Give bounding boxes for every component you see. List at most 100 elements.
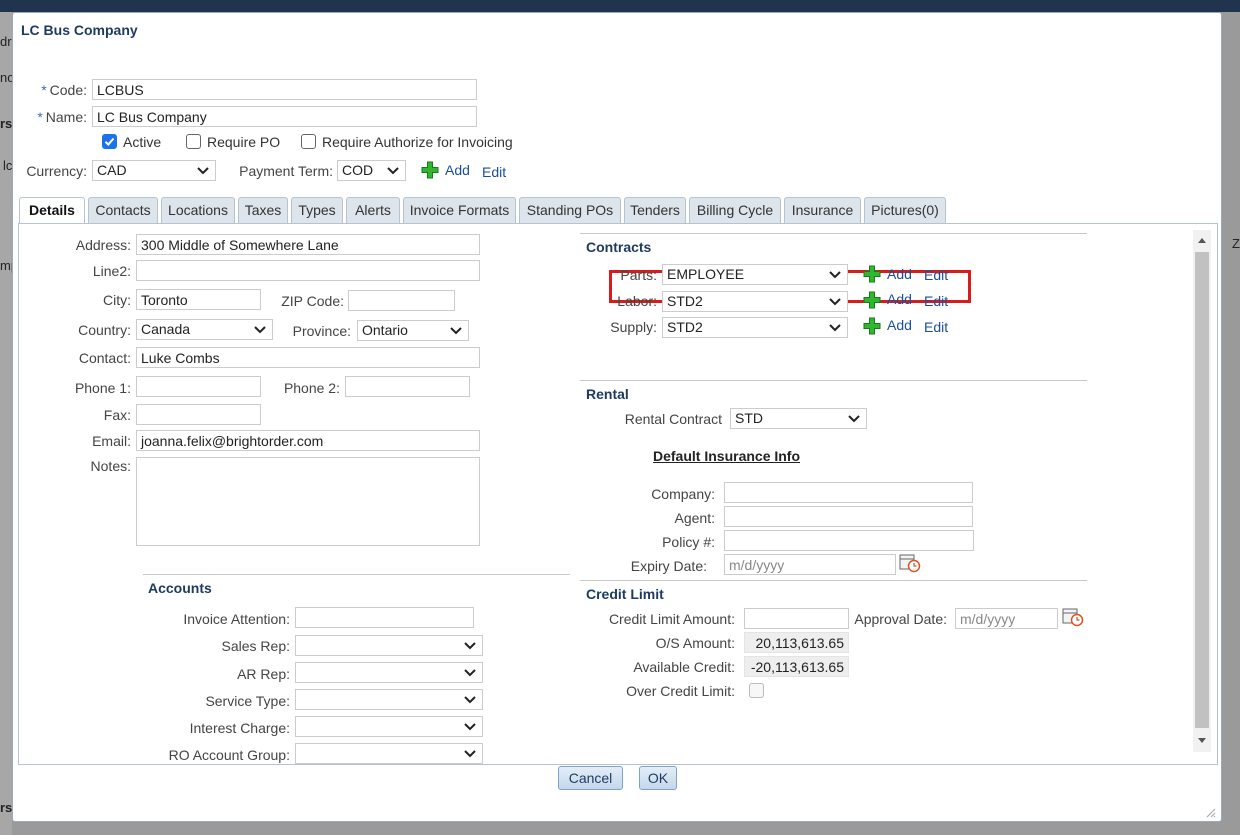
require-po-checkbox[interactable] (186, 134, 201, 149)
accounts-section-title: Accounts (148, 580, 212, 596)
require-authorize-checkbox[interactable] (301, 134, 316, 149)
available-credit-value: -20,113,613.65 (744, 656, 849, 677)
parts-contract-select[interactable]: EMPLOYEE (662, 264, 848, 285)
tab-insurance[interactable]: Insurance (784, 197, 861, 223)
approval-date-input[interactable]: m/d/yyyy (955, 608, 1058, 629)
parts-edit-link[interactable]: Edit (924, 267, 948, 283)
add-icon[interactable] (863, 317, 881, 335)
invoice-attention-input[interactable] (295, 607, 474, 628)
background-text: Z (1232, 236, 1240, 251)
ro-account-group-select[interactable] (295, 743, 483, 764)
line2-input[interactable] (136, 260, 480, 281)
labor-add-link[interactable]: Add (887, 291, 912, 307)
checkmark-icon (104, 137, 115, 146)
line2-label: Line2: (92, 263, 131, 279)
cancel-button[interactable]: Cancel (558, 766, 623, 790)
invoice-attention-label: Invoice Attention: (183, 611, 290, 627)
scroll-down-arrow-icon[interactable] (1198, 738, 1206, 743)
currency-select[interactable]: CAD (92, 160, 216, 181)
zip-label: ZIP Code: (281, 293, 344, 309)
insurance-agent-input[interactable] (724, 506, 973, 527)
active-checkbox[interactable] (102, 134, 117, 149)
service-type-label: Service Type: (205, 693, 290, 709)
require-po-label: Require PO (207, 134, 281, 150)
payment-term-select[interactable]: COD (337, 160, 406, 181)
ar-rep-label: AR Rep: (237, 666, 290, 682)
scroll-thumb[interactable] (1195, 252, 1209, 728)
tab-pictures[interactable]: Pictures(0) (864, 197, 946, 223)
add-icon[interactable] (421, 161, 439, 179)
background-text: lc (3, 158, 13, 173)
payment-term-edit-link[interactable]: Edit (482, 164, 506, 180)
tab-details[interactable]: Details (19, 197, 85, 224)
insurance-policy-input[interactable] (724, 530, 974, 551)
ar-rep-select[interactable] (295, 662, 483, 683)
insurance-company-input[interactable] (724, 482, 973, 503)
service-type-select[interactable] (295, 689, 483, 710)
tab-locations[interactable]: Locations (161, 197, 235, 223)
tab-invoice-formats[interactable]: Invoice Formats (403, 197, 516, 223)
email-input[interactable]: joanna.felix@brightorder.com (136, 430, 480, 451)
sales-rep-select[interactable] (295, 635, 483, 656)
chevron-down-icon (848, 415, 860, 423)
tab-alerts[interactable]: Alerts (346, 197, 400, 223)
name-label: * Name: (37, 109, 87, 125)
supply-edit-link[interactable]: Edit (924, 319, 948, 335)
country-label: Country: (78, 322, 131, 338)
fax-input[interactable] (136, 404, 261, 425)
interest-charge-select[interactable] (295, 716, 483, 737)
phone2-label: Phone 2: (283, 380, 340, 396)
contact-input[interactable]: Luke Combs (136, 347, 480, 368)
province-select[interactable]: Ontario (357, 320, 469, 341)
name-input[interactable]: LC Bus Company (92, 106, 477, 127)
details-panel: Address: 300 Middle of Somewhere Lane Li… (18, 223, 1218, 765)
tab-types[interactable]: Types (291, 197, 343, 223)
scroll-up-arrow-icon[interactable] (1198, 238, 1206, 243)
chevron-down-icon (464, 696, 476, 704)
country-select[interactable]: Canada (136, 319, 273, 340)
panel-scrollbar[interactable] (1193, 230, 1211, 752)
active-label: Active (123, 134, 162, 150)
supply-contract-select[interactable]: STD2 (662, 317, 848, 338)
chevron-down-icon (464, 642, 476, 650)
contracts-section-title: Contracts (586, 239, 652, 255)
rental-section-title: Rental (586, 386, 629, 402)
code-label: * Code: (41, 82, 87, 98)
calendar-clock-icon[interactable] (899, 553, 921, 573)
tab-taxes[interactable]: Taxes (238, 197, 288, 223)
zip-input[interactable] (348, 290, 455, 311)
notes-textarea[interactable] (136, 457, 480, 546)
tab-contacts[interactable]: Contacts (88, 197, 158, 223)
expiry-date-input[interactable]: m/d/yyyy (724, 554, 896, 575)
credit-limit-amount-input[interactable] (744, 608, 849, 629)
email-label: Email: (92, 433, 131, 449)
city-input[interactable]: Toronto (136, 289, 261, 310)
tab-standing-pos[interactable]: Standing POs (519, 197, 621, 223)
labor-contract-select[interactable]: STD2 (662, 291, 848, 312)
payment-term-add-link[interactable]: Add (445, 162, 470, 178)
phone1-input[interactable] (136, 376, 261, 397)
customer-dialog: LC Bus Company * Code: LCBUS * Name: LC Bu… (12, 12, 1222, 822)
calendar-clock-icon[interactable] (1062, 607, 1084, 627)
tab-billing-cycle[interactable]: Billing Cycle (689, 197, 781, 223)
rental-contract-select[interactable]: STD (730, 408, 867, 429)
supply-add-link[interactable]: Add (887, 317, 912, 333)
background-text: rs (0, 116, 13, 131)
code-input[interactable]: LCBUS (92, 79, 477, 100)
ro-account-group-label: RO Account Group: (168, 747, 290, 763)
address-input[interactable]: 300 Middle of Somewhere Lane (136, 234, 480, 255)
chevron-down-icon (464, 669, 476, 677)
phone2-input[interactable] (345, 376, 470, 397)
chevron-down-icon (829, 324, 841, 332)
parts-add-link[interactable]: Add (887, 266, 912, 282)
tab-tenders[interactable]: Tenders (624, 197, 686, 223)
ok-button[interactable]: OK (639, 766, 677, 790)
labor-edit-link[interactable]: Edit (924, 293, 948, 309)
over-credit-limit-checkbox (749, 683, 764, 698)
add-icon[interactable] (863, 291, 881, 309)
available-credit-label: Available Credit: (633, 659, 735, 675)
os-amount-label: O/S Amount: (655, 635, 735, 651)
over-credit-limit-label: Over Credit Limit: (626, 683, 735, 699)
resize-grip-icon[interactable] (1204, 806, 1216, 818)
add-icon[interactable] (863, 265, 881, 283)
